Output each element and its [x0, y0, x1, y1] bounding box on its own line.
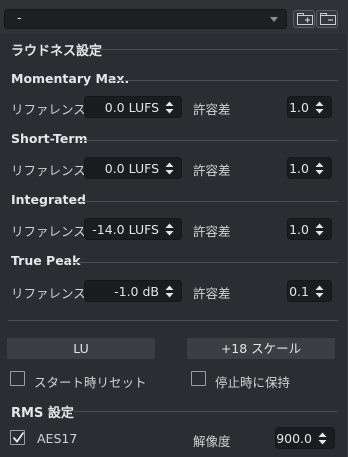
tolerance-label: 許容差: [193, 163, 231, 178]
remove-preset-button[interactable]: [316, 10, 338, 28]
spin-arrows-icon: [165, 223, 174, 236]
chevron-down-icon: [270, 17, 278, 22]
short-term-reference-value: 0.0 LUFS: [104, 161, 159, 176]
divider: [98, 49, 338, 50]
spin-arrows-icon: [315, 223, 324, 236]
hold-on-stop-label: 停止時に保持: [215, 375, 291, 390]
spin-arrows-icon: [315, 285, 324, 298]
hold-on-stop-checkbox[interactable]: [191, 371, 206, 386]
aes17-label: AES17: [37, 431, 78, 446]
resolution-field[interactable]: 900.0: [275, 427, 335, 449]
save-preset-button[interactable]: [293, 10, 315, 28]
resolution-value: 900.0: [276, 431, 312, 446]
restart-reset-checkbox[interactable]: [10, 371, 25, 386]
tolerance-label: 許容差: [193, 286, 231, 301]
reference-label: リファレンス.: [11, 163, 90, 178]
integrated-reference-value: -14.0 LUFS: [92, 222, 159, 237]
spin-arrows-icon: [318, 432, 327, 445]
reference-label: リファレンス.: [11, 286, 90, 301]
resolution-label: 解像度: [193, 434, 231, 449]
divider: [70, 262, 338, 263]
momentary-tolerance-field[interactable]: 1.0: [287, 96, 332, 118]
integrated-tolerance-field[interactable]: 1.0: [287, 218, 332, 240]
true-peak-tolerance-value: 0.1: [289, 284, 309, 299]
true-peak-reference-value: -1.0 dB: [114, 284, 159, 299]
short-term-tolerance-value: 1.0: [289, 161, 309, 176]
momentary-max-title: Momentary Max.: [11, 71, 130, 86]
spin-arrows-icon: [315, 101, 324, 114]
divider: [74, 411, 338, 412]
tolerance-label: 許容差: [193, 224, 231, 239]
spin-arrows-icon: [315, 162, 324, 175]
checkmark-icon: [12, 431, 25, 443]
aes17-checkbox[interactable]: [10, 430, 25, 445]
loudness-settings-panel: - ラウドネス設定 Momentary Max. リファレンス. 0.0 LUF…: [0, 0, 348, 457]
rms-settings-title: RMS 設定: [11, 406, 74, 421]
integrated-reference-field[interactable]: -14.0 LUFS: [84, 218, 182, 240]
restart-reset-label: スタート時リセット: [34, 375, 147, 390]
short-term-title: Short-Term: [11, 131, 88, 146]
preset-dropdown[interactable]: -: [4, 9, 287, 29]
divider: [110, 80, 338, 81]
spin-arrows-icon: [165, 101, 174, 114]
momentary-reference-field[interactable]: 0.0 LUFS: [84, 96, 182, 118]
loudness-settings-title: ラウドネス設定: [11, 44, 103, 59]
remove-preset-icon: [320, 13, 336, 25]
momentary-tolerance-value: 1.0: [289, 100, 309, 115]
divider: [72, 201, 338, 202]
short-term-tolerance-field[interactable]: 1.0: [287, 157, 332, 179]
reference-label: リファレンス.: [11, 102, 90, 117]
reference-label: リファレンス.: [11, 224, 90, 239]
momentary-reference-value: 0.0 LUFS: [104, 100, 159, 115]
divider: [8, 320, 338, 321]
true-peak-tolerance-field[interactable]: 0.1: [287, 280, 332, 302]
preset-value: -: [17, 11, 22, 26]
tolerance-label: 許容差: [193, 102, 231, 117]
true-peak-title: True Peak: [11, 253, 81, 268]
divider: [78, 140, 338, 141]
plus18-scale-button[interactable]: +18 スケール: [186, 337, 336, 360]
short-term-reference-field[interactable]: 0.0 LUFS: [84, 157, 182, 179]
preset-bar: -: [0, 0, 348, 34]
spin-arrows-icon: [165, 285, 174, 298]
integrated-tolerance-value: 1.0: [289, 222, 309, 237]
spin-arrows-icon: [165, 162, 174, 175]
lu-button[interactable]: LU: [6, 337, 156, 360]
true-peak-reference-field[interactable]: -1.0 dB: [84, 280, 182, 302]
integrated-title: Integrated: [11, 192, 86, 207]
add-preset-icon: [297, 13, 313, 25]
